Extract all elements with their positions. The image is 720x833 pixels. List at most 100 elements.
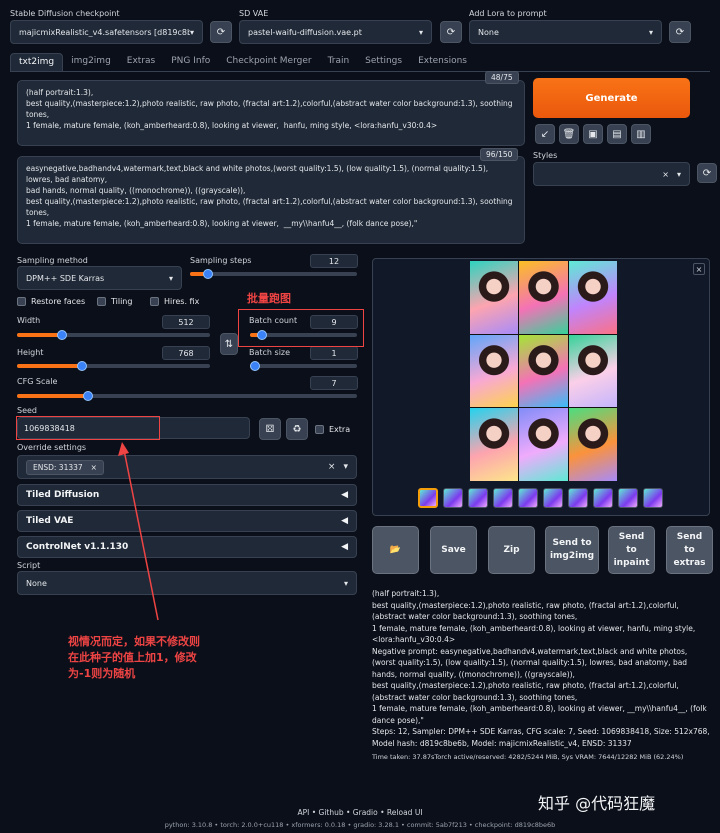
refresh-lora-button[interactable]: ⟳ xyxy=(669,21,691,43)
gallery-thumbnail[interactable] xyxy=(468,488,488,508)
gallery-thumbnails xyxy=(418,488,663,508)
width-slider[interactable] xyxy=(17,330,210,340)
gallery-thumbnail[interactable] xyxy=(493,488,513,508)
checkpoint-dropdown[interactable]: majicmixRealistic_v4.safetensors [d819c8… xyxy=(10,20,203,44)
sampling-method-dropdown[interactable]: DPM++ SDE Karras ▾ xyxy=(17,266,182,290)
chevron-down-icon: ▾ xyxy=(676,169,681,179)
open-folder-button[interactable]: 📂 xyxy=(372,526,419,574)
random-seed-button[interactable]: ⚄ xyxy=(259,418,281,440)
grid-image-1[interactable] xyxy=(470,261,519,334)
save-button[interactable]: Save xyxy=(430,526,477,574)
height-input[interactable]: 768 xyxy=(162,346,210,360)
seed-label: Seed xyxy=(17,406,37,415)
tab-img2img[interactable]: img2img xyxy=(63,53,119,71)
gallery-thumbnail[interactable] xyxy=(518,488,538,508)
swap-dimensions-button[interactable]: ⇅ xyxy=(220,333,238,355)
slider-knob[interactable] xyxy=(203,269,213,279)
tab-png-info[interactable]: PNG Info xyxy=(163,53,218,71)
refresh-styles-button[interactable]: ⟳ xyxy=(697,163,717,183)
refresh-vae-button[interactable]: ⟳ xyxy=(440,21,462,43)
result-grid-image[interactable] xyxy=(470,261,617,481)
checkbox-box[interactable] xyxy=(150,297,159,306)
gallery-thumbnail[interactable] xyxy=(643,488,663,508)
tab-extensions[interactable]: Extensions xyxy=(410,53,475,71)
script-dropdown[interactable]: None ▾ xyxy=(17,571,357,595)
paste-params-button[interactable]: ↙ xyxy=(535,124,555,144)
send-to-img2img-button[interactable]: Send to img2img xyxy=(545,526,599,574)
apply-style-button[interactable]: ▥ xyxy=(631,124,651,144)
tab-extras[interactable]: Extras xyxy=(119,53,163,71)
grid-image-5[interactable] xyxy=(519,334,568,408)
vae-dropdown[interactable]: pastel-waifu-diffusion.vae.pt ▾ xyxy=(239,20,432,44)
checkbox-box[interactable] xyxy=(97,297,106,306)
batch-annotation: 批量跑图 xyxy=(247,292,291,305)
tab-checkpoint-merger[interactable]: Checkpoint Merger xyxy=(218,53,319,71)
lora-dropdown[interactable]: None ▾ xyxy=(469,20,662,44)
cfg-scale-slider[interactable] xyxy=(17,391,357,401)
accordion-controlnet[interactable]: ControlNet v1.1.130 ◀ xyxy=(17,536,357,558)
sampling-steps-slider[interactable] xyxy=(190,269,357,279)
slider-knob[interactable] xyxy=(83,391,93,401)
tab-settings[interactable]: Settings xyxy=(357,53,410,71)
reuse-seed-button[interactable]: ♻ xyxy=(286,418,308,440)
send-to-extras-button[interactable]: Send to extras xyxy=(666,526,713,574)
cfg-scale-input[interactable]: 7 xyxy=(310,376,358,390)
generate-button[interactable]: Generate xyxy=(533,78,690,118)
hires-fix-checkbox[interactable]: Hires. fix xyxy=(150,297,199,306)
tab-txt2img[interactable]: txt2img xyxy=(10,53,64,71)
send-to-inpaint-button[interactable]: Send to inpaint xyxy=(608,526,655,574)
clear-icon[interactable]: × xyxy=(662,170,669,179)
save-style-button[interactable]: ▤ xyxy=(607,124,627,144)
trash-icon: 🗑 xyxy=(562,128,576,140)
grid-image-4[interactable] xyxy=(470,334,519,408)
tab-train[interactable]: Train xyxy=(320,53,358,71)
accordion-tiled-diffusion[interactable]: Tiled Diffusion ◀ xyxy=(17,484,357,506)
chevron-down-icon: ▾ xyxy=(418,27,423,37)
height-slider[interactable] xyxy=(17,361,210,371)
slider-knob[interactable] xyxy=(250,361,260,371)
close-icon[interactable]: × xyxy=(693,263,705,275)
clear-icon[interactable]: × xyxy=(328,462,336,472)
gallery-thumbnail[interactable] xyxy=(618,488,638,508)
hires-fix-label: Hires. fix xyxy=(164,297,200,306)
checkbox-box[interactable] xyxy=(17,297,26,306)
negative-prompt-textarea[interactable]: easynegative,badhandv4,watermark,text,bl… xyxy=(17,156,525,244)
checkbox-box[interactable] xyxy=(315,425,324,434)
extra-seed-checkbox[interactable]: Extra xyxy=(315,425,350,434)
close-icon[interactable]: × xyxy=(91,463,97,472)
sampling-steps-input[interactable]: 12 xyxy=(310,254,358,268)
grid-image-6[interactable] xyxy=(568,334,617,408)
width-input[interactable]: 512 xyxy=(162,315,210,329)
grid-image-2[interactable] xyxy=(519,261,568,334)
swap-icon: ⇅ xyxy=(224,338,234,350)
gallery-thumbnail[interactable] xyxy=(418,488,438,508)
batch-size-input[interactable]: 1 xyxy=(310,346,358,360)
override-chip: ENSD: 31337 × xyxy=(26,459,104,475)
batch-size-slider[interactable] xyxy=(250,361,357,371)
gallery-thumbnail[interactable] xyxy=(443,488,463,508)
slider-knob[interactable] xyxy=(57,330,67,340)
tiling-checkbox[interactable]: Tiling xyxy=(97,297,132,306)
zip-button[interactable]: Zip xyxy=(488,526,535,574)
grid-image-3[interactable] xyxy=(568,261,617,334)
override-settings-field[interactable]: ENSD: 31337 × × ▾ xyxy=(17,455,357,479)
negative-token-counter: 96/150 xyxy=(480,148,519,161)
gallery-thumbnail[interactable] xyxy=(593,488,613,508)
generation-params: (half portrait:1.3), best quality,(maste… xyxy=(372,589,710,748)
grid-image-9[interactable] xyxy=(568,408,617,481)
clear-prompt-button[interactable]: 🗑 xyxy=(559,124,579,144)
grid-image-7[interactable] xyxy=(470,408,519,481)
restore-faces-checkbox[interactable]: Restore faces xyxy=(17,297,85,306)
refresh-checkpoint-button[interactable]: ⟳ xyxy=(210,21,232,43)
grid-image-8[interactable] xyxy=(519,408,568,481)
gallery-thumbnail[interactable] xyxy=(543,488,563,508)
apply-style-icon: ▥ xyxy=(636,128,646,140)
styles-dropdown[interactable]: × ▾ xyxy=(533,162,690,186)
extra-networks-button[interactable]: ▣ xyxy=(583,124,603,144)
arrow-icon: ↙ xyxy=(540,128,550,140)
slider-knob[interactable] xyxy=(77,361,87,371)
gallery-thumbnail[interactable] xyxy=(568,488,588,508)
accordion-tiled-vae[interactable]: Tiled VAE ◀ xyxy=(17,510,357,532)
prompt-textarea[interactable]: (half portrait:1.3), best quality,(maste… xyxy=(17,80,525,146)
cfg-scale-label: CFG Scale xyxy=(17,377,58,386)
